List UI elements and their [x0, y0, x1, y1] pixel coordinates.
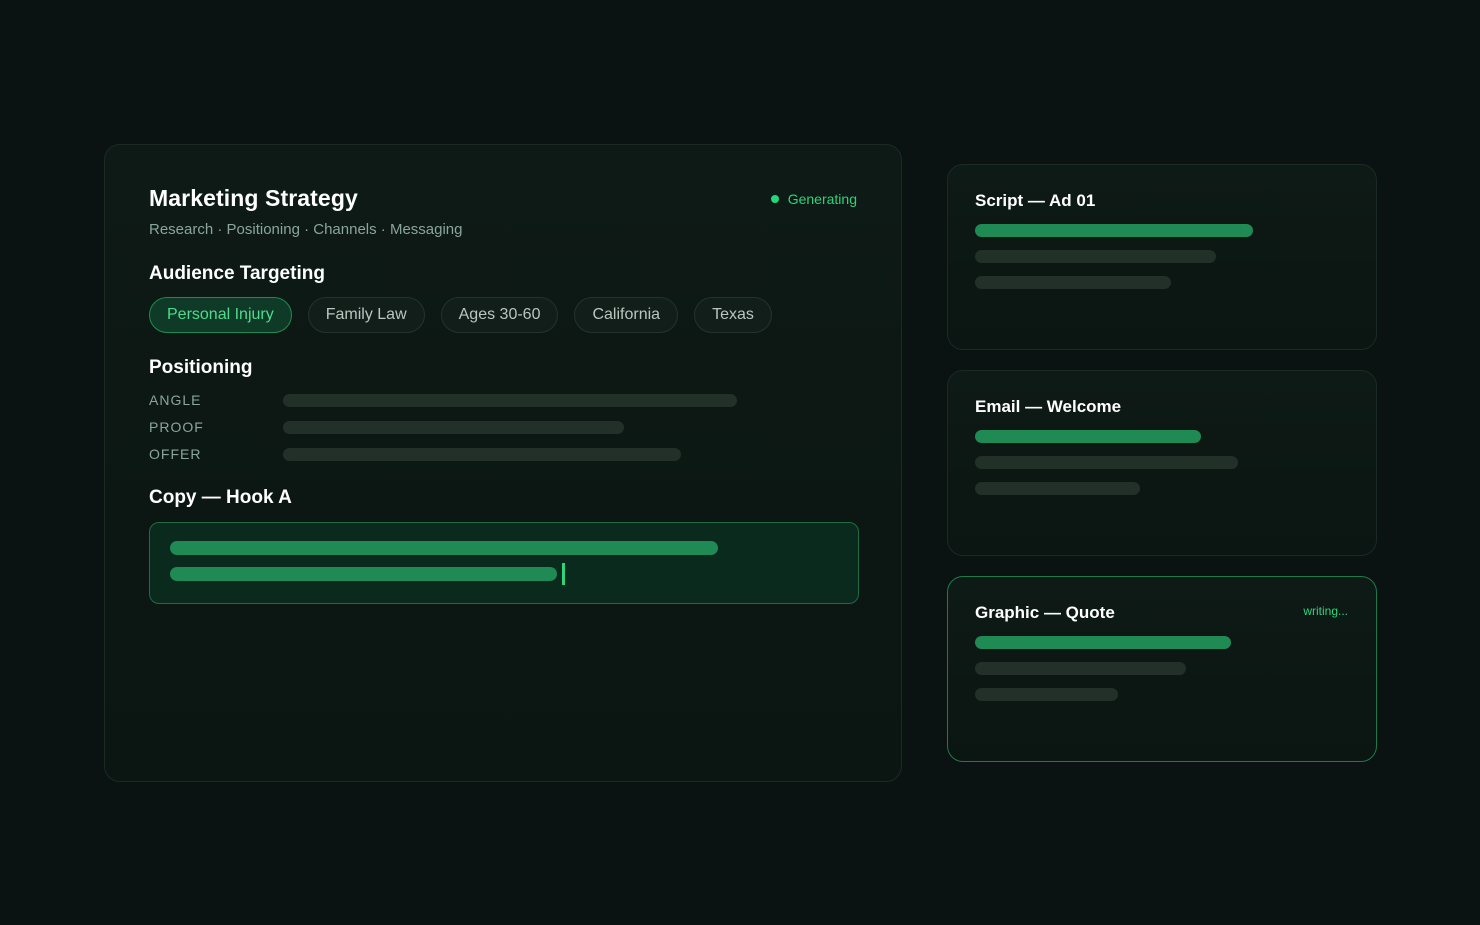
placeholder-bar — [975, 276, 1171, 289]
generated-text-bar — [975, 224, 1253, 237]
asset-card-graphic[interactable]: Graphic — Quote writing... — [947, 576, 1377, 762]
placeholder-bar — [975, 456, 1238, 469]
placeholder-bar — [283, 447, 681, 461]
asset-title: Graphic — Quote — [975, 603, 1115, 622]
chip-texas[interactable]: Texas — [694, 297, 772, 333]
placeholder-bar — [975, 250, 1216, 263]
placeholder-bar — [975, 662, 1186, 675]
asset-title: Script — Ad 01 — [975, 191, 1096, 210]
copy-hook-editor[interactable] — [149, 522, 859, 604]
placeholder-bar — [975, 688, 1118, 701]
text-cursor — [562, 563, 565, 585]
asset-title: Email — Welcome — [975, 397, 1122, 416]
positioning-heading: Positioning — [149, 357, 253, 378]
chip-ages-30-60[interactable]: Ages 30-60 — [440, 297, 559, 333]
placeholder-bar — [283, 393, 737, 407]
chip-family-law[interactable]: Family Law — [307, 297, 425, 333]
generated-text-bar — [170, 567, 557, 581]
chip-personal-injury[interactable]: Personal Injury — [149, 297, 292, 333]
positioning-row-angle: ANGLE — [149, 392, 737, 408]
generated-text-bar — [170, 541, 718, 555]
status-label: Generating — [787, 191, 857, 207]
status-dot-icon — [770, 195, 779, 203]
positioning-label: OFFER — [149, 446, 202, 462]
positioning-row-proof: PROOF — [149, 419, 624, 435]
chip-california[interactable]: California — [574, 297, 679, 333]
audience-chips: Personal Injury Family Law Ages 30-60 Ca… — [149, 297, 772, 333]
placeholder-bar — [975, 482, 1140, 495]
positioning-label: ANGLE — [149, 392, 202, 408]
generating-status: Generating — [770, 191, 857, 207]
page-title: Marketing Strategy — [149, 185, 358, 211]
generated-text-bar — [975, 430, 1201, 443]
writing-status: writing... — [1303, 604, 1348, 618]
copy-hook-heading: Copy — Hook A — [149, 487, 292, 508]
asset-card-script[interactable]: Script — Ad 01 — [947, 164, 1377, 350]
asset-card-email[interactable]: Email — Welcome — [947, 370, 1377, 556]
breadcrumb: Research · Positioning · Channels · Mess… — [149, 221, 463, 238]
generated-text-bar — [975, 636, 1231, 649]
audience-targeting-heading: Audience Targeting — [149, 263, 325, 284]
placeholder-bar — [283, 420, 624, 434]
positioning-label: PROOF — [149, 419, 204, 435]
marketing-strategy-card: Marketing Strategy Generating Research ·… — [104, 144, 902, 782]
positioning-row-offer: OFFER — [149, 446, 681, 462]
